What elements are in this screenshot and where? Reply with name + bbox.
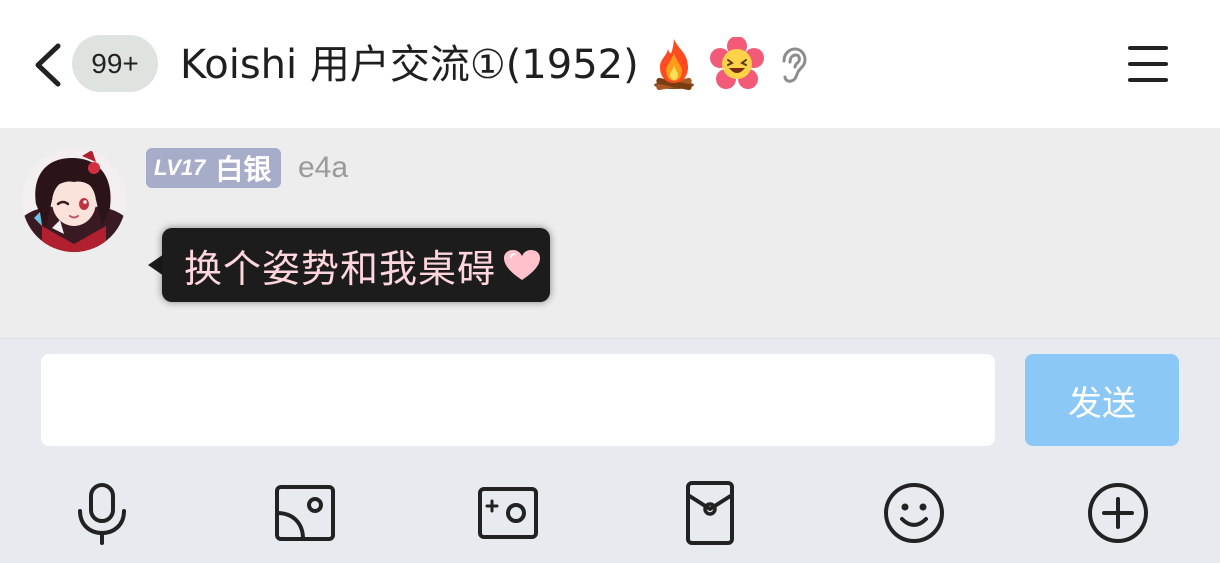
level-title: 白银 xyxy=(215,153,272,186)
sender-name[interactable]: e4a xyxy=(298,148,348,188)
pink-heart-icon xyxy=(504,250,541,280)
red-packet-icon[interactable] xyxy=(678,481,742,545)
send-button[interactable]: 发送 xyxy=(1025,354,1179,446)
level-badge: LV17 白银 xyxy=(146,148,282,188)
message-list[interactable]: LV17 白银 e4a 换个姿势和我桌碍 xyxy=(0,128,1220,338)
camera-icon[interactable] xyxy=(476,481,540,545)
chat-header: 99+ Koishi 用户交流①(1952) xyxy=(0,0,1220,128)
message-text: 换个姿势和我桌碍 xyxy=(184,246,497,291)
level-text: LV17 xyxy=(154,155,206,180)
unread-count-badge[interactable]: 99+ xyxy=(72,35,158,92)
fire-icon xyxy=(654,39,694,91)
microphone-icon[interactable] xyxy=(70,481,134,545)
laughing-flower-icon xyxy=(710,37,764,89)
composer: 发送 xyxy=(0,338,1220,563)
back-chevron-icon[interactable] xyxy=(30,40,66,90)
avatar[interactable] xyxy=(22,148,126,252)
ear-icon xyxy=(782,47,807,83)
message-bubble[interactable]: 换个姿势和我桌碍 xyxy=(162,228,551,302)
hamburger-menu-icon[interactable] xyxy=(1126,44,1170,84)
group-title[interactable]: Koishi 用户交流①(1952) xyxy=(180,38,639,92)
image-icon[interactable] xyxy=(273,481,337,545)
message-input[interactable] xyxy=(41,354,995,446)
emoji-icon[interactable] xyxy=(882,481,946,545)
plus-icon[interactable] xyxy=(1086,481,1150,545)
